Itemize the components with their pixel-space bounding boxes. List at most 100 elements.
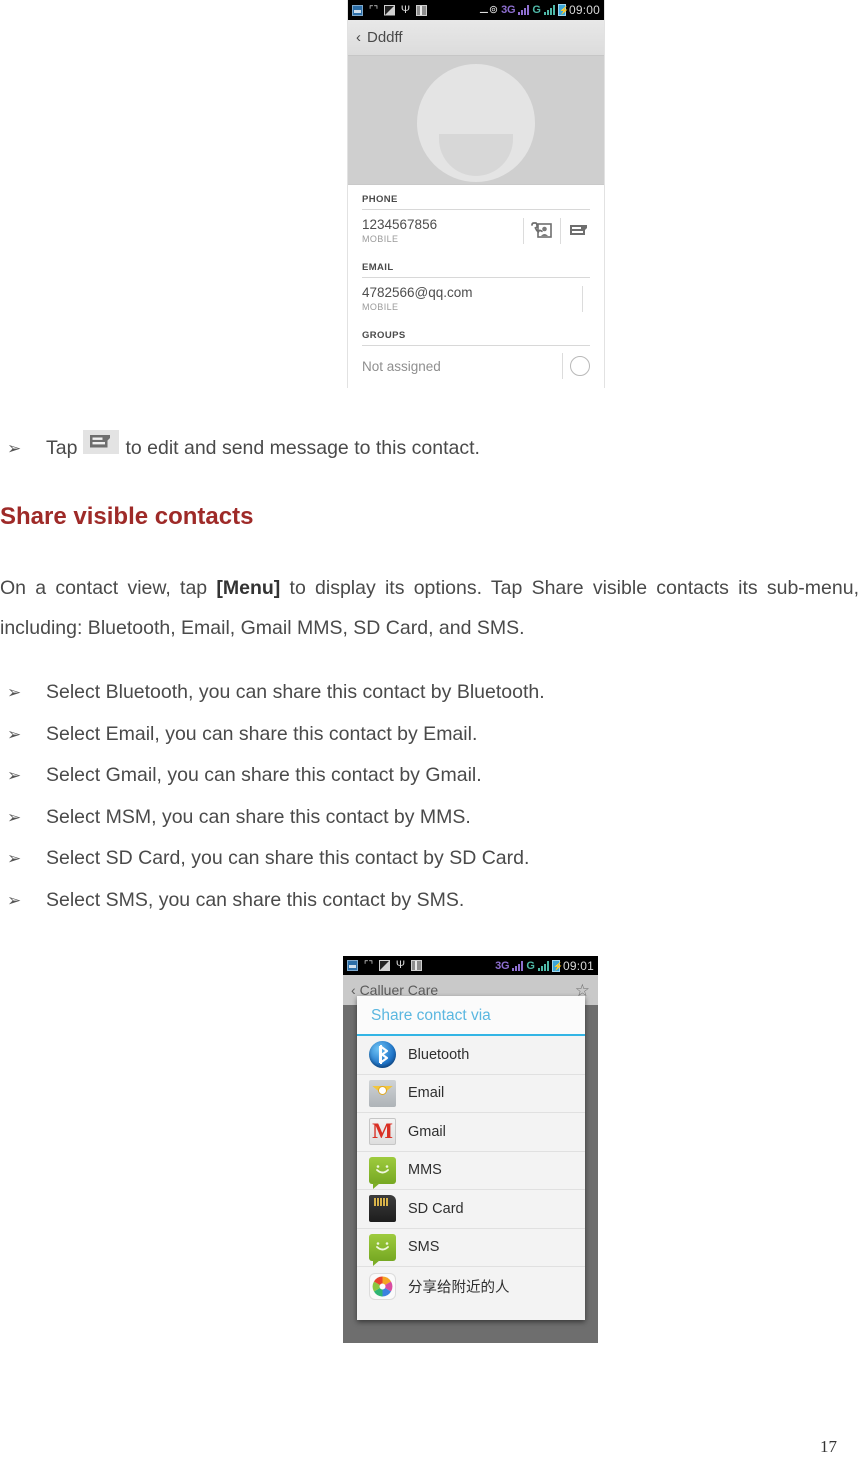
divider (523, 218, 524, 244)
list-item-label: Select SMS, you can share this contact b… (46, 888, 465, 911)
tap-instruction-line: ➢ Tap to edit and send message to this c… (0, 428, 859, 469)
sim-icon (411, 960, 422, 971)
signal-bars-2-icon (543, 5, 555, 15)
usb-icon: Ψ (395, 959, 406, 971)
share-item-label: SD Card (408, 1200, 464, 1217)
signal-bars-1-icon (518, 5, 530, 15)
battery-icon: ⚡ (551, 960, 563, 972)
share-item-label: Email (408, 1085, 445, 1102)
message-icon (83, 430, 120, 454)
sync-icon: ⚊⊚ (479, 4, 499, 16)
page-number: 17 (820, 1437, 837, 1456)
battery-icon: ⚡ (557, 4, 569, 16)
bullet-marker: ➢ (7, 890, 22, 910)
signal-bars-2-icon (537, 961, 549, 971)
share-item-bluetooth[interactable]: Bluetooth (357, 1036, 585, 1075)
default-avatar-icon (417, 64, 535, 182)
list-item-label: Select Gmail, you can share this contact… (46, 764, 482, 786)
groups-value: Not assigned (362, 358, 441, 374)
menu-keyword: [Menu] (216, 576, 281, 599)
bluetooth-icon (369, 1041, 396, 1069)
missed-call-icon: ⌜⌝ (363, 960, 374, 971)
share-item-label: Gmail (408, 1123, 446, 1140)
list-item: ➢ Select Gmail, you can share this conta… (0, 755, 859, 797)
list-item: ➢ Select MSM, you can share this contact… (0, 797, 859, 839)
email-row[interactable]: 4782566@qq.com MOBILE (362, 278, 590, 321)
share-item-label: MMS (408, 1162, 442, 1179)
phone-row[interactable]: 1234567856 MOBILE (362, 210, 590, 253)
phone-actions (516, 218, 590, 244)
bullet-marker: ➢ (7, 849, 22, 868)
share-dialog-screenshot: ⌜⌝ Ψ 3G G ⚡ 09:01 ‹ Calluer Care ☆ Share… (343, 956, 598, 1343)
share-item-label: Bluetooth (408, 1046, 470, 1063)
sd-card-icon (369, 1195, 396, 1223)
divider (560, 218, 561, 244)
email-address: 4782566@qq.com (362, 285, 473, 300)
email-type: MOBILE (362, 302, 399, 312)
tap-text-after: to edit and send message to this contact… (125, 437, 480, 459)
bullet-marker: ➢ (7, 683, 22, 702)
bullet-marker: ➢ (7, 724, 22, 744)
tap-text-before: Tap (46, 437, 78, 459)
share-item-label: 分享给附近的人 (408, 1279, 510, 1296)
page-heading: Share visible contacts (0, 503, 254, 530)
screenshot-icon (384, 4, 395, 16)
contact-action-bar: ‹ Dddff (348, 20, 604, 56)
bullet-marker: ➢ (7, 807, 22, 827)
network-g-label: G (526, 960, 535, 972)
nearby-share-icon (369, 1272, 396, 1300)
status-bar: ⌜⌝ Ψ 3G G ⚡ 09:01 (343, 956, 598, 975)
expand-icon[interactable] (570, 356, 590, 376)
share-dialog: Share contact via Bluetooth Email Gmail (357, 996, 585, 1320)
list-item: ➢ Select SMS, you can share this contact… (0, 880, 859, 922)
phone-type: MOBILE (362, 234, 399, 244)
bullet-row: ➢ Tap to edit and send message to this c… (0, 428, 859, 469)
mms-icon (369, 1156, 396, 1189)
share-item-gmail[interactable]: Gmail (357, 1113, 585, 1152)
list-item-label: Select Email, you can share this contact… (46, 722, 478, 745)
status-clock: 09:00 (568, 3, 600, 17)
dialog-bottom-padding (357, 1305, 585, 1320)
paragraph-part-1: On a contact view, tap (0, 576, 217, 599)
list-item-label: Select SD Card, you can share this conta… (46, 847, 530, 869)
status-bar-left-icons: ⌜⌝ Ψ (352, 3, 427, 16)
share-item-label: SMS (408, 1239, 440, 1256)
contact-photo[interactable] (348, 56, 604, 185)
section-label-email: EMAIL (362, 253, 590, 278)
back-icon[interactable]: ‹ (351, 982, 356, 998)
status-bar-left-icons: ⌜⌝ Ψ (347, 960, 422, 971)
phone-number: 1234567856 (362, 217, 438, 232)
share-item-sms[interactable]: SMS (357, 1229, 585, 1267)
share-item-sd-card[interactable]: SD Card (357, 1190, 585, 1229)
status-clock: 09:01 (562, 959, 594, 973)
usb-icon: Ψ (400, 3, 411, 16)
contact-detail-screenshot: ⌜⌝ Ψ ⚊⊚ 3G G ⚡ 09:00 ‹ Dddff PHONE 12345… (347, 0, 605, 388)
dialog-title: Share contact via (357, 996, 585, 1036)
bullet-marker: ➢ (7, 439, 22, 458)
network-3g-label: 3G (495, 960, 510, 972)
share-item-email[interactable]: Email (357, 1075, 585, 1113)
list-item: ➢ Select Bluetooth, you can share this c… (0, 672, 859, 714)
intro-paragraph: On a contact view, tap [Menu] to display… (0, 568, 859, 649)
share-item-mms[interactable]: MMS (357, 1152, 585, 1190)
list-item: ➢ Select SD Card, you can share this con… (0, 838, 859, 880)
bullet-marker: ➢ (7, 766, 22, 785)
share-item-nearby[interactable]: 分享给附近的人 (357, 1267, 585, 1306)
section-label-phone: PHONE (362, 185, 590, 210)
notification-icon (347, 960, 358, 971)
email-value-group: 4782566@qq.com MOBILE (362, 285, 575, 313)
contact-detail-list: PHONE 1234567856 MOBILE EMAIL 4782566@qq… (348, 185, 604, 388)
video-call-icon[interactable] (531, 222, 553, 240)
sms-icon (369, 1233, 396, 1266)
status-bar: ⌜⌝ Ψ ⚊⊚ 3G G ⚡ 09:00 (348, 0, 604, 20)
list-item-label: Select Bluetooth, you can share this con… (46, 681, 545, 703)
manual-page: ⌜⌝ Ψ ⚊⊚ 3G G ⚡ 09:00 ‹ Dddff PHONE 12345… (0, 0, 859, 1469)
back-icon[interactable]: ‹ (356, 30, 361, 45)
phone-value-group: 1234567856 MOBILE (362, 217, 516, 245)
message-icon[interactable] (568, 222, 590, 240)
groups-row[interactable]: Not assigned (362, 346, 590, 388)
status-bar-right-icons: ⚊⊚ 3G G ⚡ 09:00 (479, 0, 600, 20)
screenshot-icon (379, 960, 390, 971)
divider (582, 286, 583, 312)
share-target-list: Bluetooth Email Gmail MMS (357, 1036, 585, 1306)
